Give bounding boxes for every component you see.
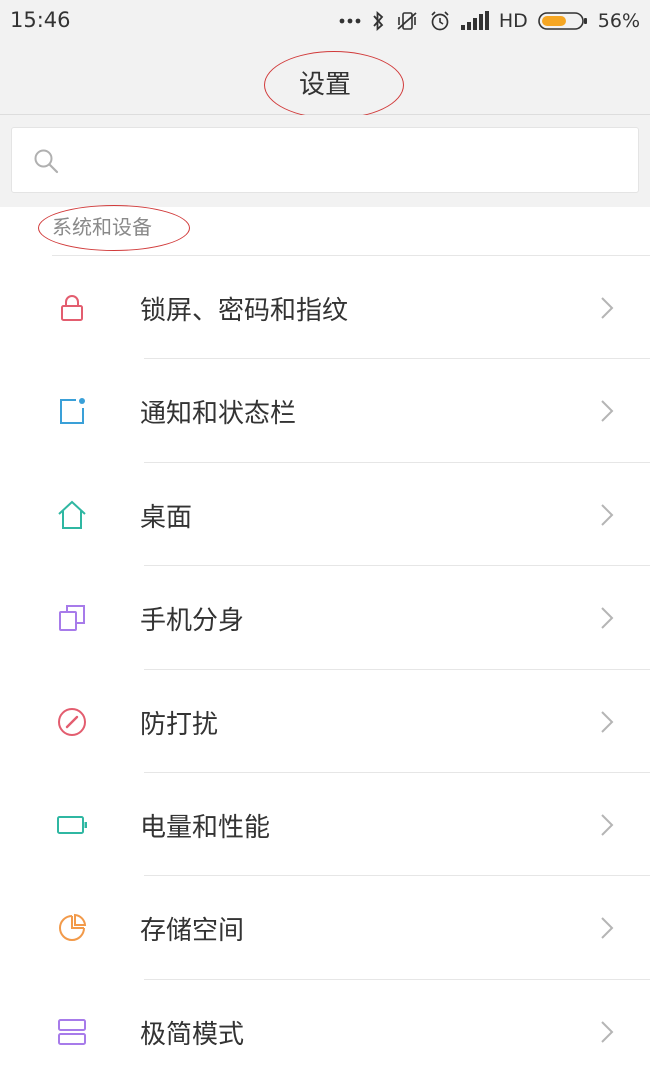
bluetooth-icon [373, 10, 384, 32]
status-icons: HD 56% [339, 8, 640, 34]
settings-item-label: 极简模式 [140, 1019, 245, 1050]
app-header: 设置 [0, 44, 650, 119]
settings-item-storage[interactable]: 存储空间 [0, 876, 650, 980]
settings-item-dual-apps[interactable]: 手机分身 [0, 566, 650, 670]
settings-item-notifications[interactable]: 通知和状态栏 [0, 359, 650, 463]
storage-pie-icon [59, 914, 87, 942]
settings-item-home-screen[interactable]: 桌面 [0, 463, 650, 567]
network-label: HD [498, 10, 528, 32]
do-not-disturb-icon [58, 707, 86, 736]
chevron-right-icon [601, 297, 614, 319]
settings-item-label: 手机分身 [140, 606, 245, 637]
settings-item-lock-screen[interactable]: 锁屏、密码和指纹 [0, 256, 650, 360]
settings-item-label: 桌面 [140, 502, 193, 533]
status-time: 15:46 [10, 8, 71, 32]
chevron-right-icon [601, 400, 614, 423]
signal-icon [460, 11, 489, 30]
home-icon [58, 500, 86, 529]
battery-icon [57, 815, 87, 834]
vibrate-off-icon [397, 12, 417, 30]
more-dots-icon [339, 18, 361, 24]
battery-status-icon [537, 12, 587, 30]
alarm-icon [431, 11, 449, 31]
chevron-right-icon [601, 814, 614, 836]
chevron-right-icon [601, 504, 614, 526]
chevron-right-icon [601, 1021, 614, 1043]
settings-item-label: 通知和状态栏 [140, 399, 297, 430]
settings-item-simple-mode[interactable]: 极简模式 [0, 980, 650, 1083]
settings-item-label: 存储空间 [140, 916, 245, 947]
notification-icon [60, 398, 85, 425]
settings-item-label: 防打扰 [140, 709, 219, 740]
simple-mode-icon [58, 1018, 86, 1045]
dual-app-icon [59, 605, 85, 632]
chevron-right-icon [601, 710, 614, 733]
search-box[interactable] [11, 127, 639, 194]
settings-item-label: 电量和性能 [140, 812, 271, 843]
settings-list: 锁屏、密码和指纹 通知和状态栏 桌面 手机分身 防打扰 电量和性能 存储空间 极… [0, 256, 650, 1083]
chevron-right-icon [601, 607, 614, 629]
section-highlight-circle [38, 205, 190, 251]
lock-icon [61, 295, 83, 321]
title-highlight-circle [264, 51, 404, 119]
search-icon [34, 149, 59, 174]
search-area [0, 115, 650, 207]
settings-item-label: 锁屏、密码和指纹 [140, 296, 349, 326]
battery-percent: 56% [597, 10, 640, 32]
settings-item-do-not-disturb[interactable]: 防打扰 [0, 670, 650, 773]
settings-item-battery[interactable]: 电量和性能 [0, 773, 650, 877]
status-bar: 15:46 HD 56% [0, 0, 650, 44]
chevron-right-icon [601, 917, 614, 940]
search-input[interactable] [72, 128, 626, 194]
